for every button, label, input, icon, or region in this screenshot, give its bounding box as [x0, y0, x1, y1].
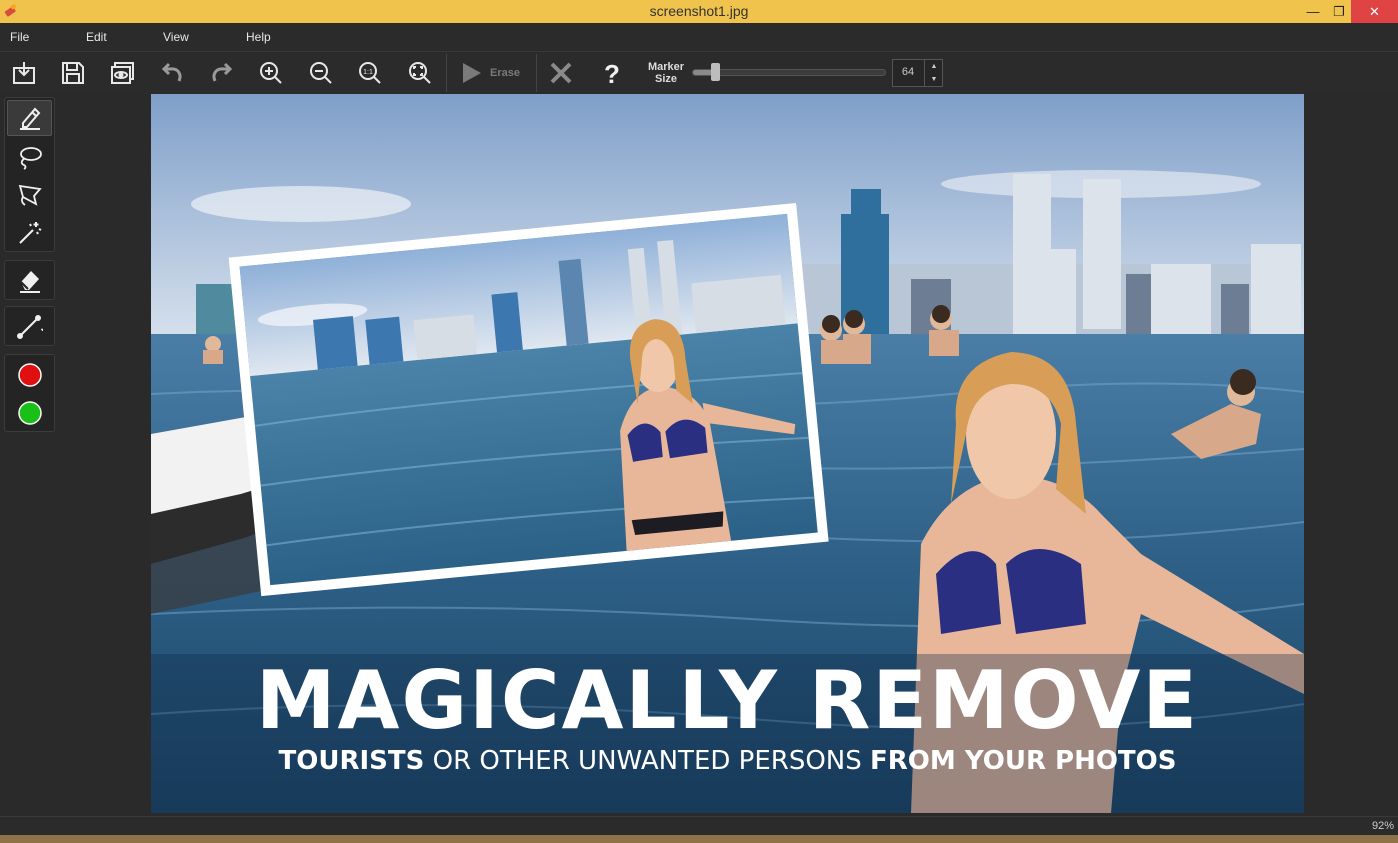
marker-size-slider[interactable]: [692, 63, 886, 81]
menu-view[interactable]: View: [163, 30, 189, 44]
red-color-swatch[interactable]: [7, 357, 52, 393]
red-circle-icon: [17, 363, 42, 387]
marker-icon: [19, 107, 40, 130]
save-icon: [62, 62, 84, 84]
stepper-down-icon[interactable]: ▼: [925, 73, 943, 86]
zoom-in-icon: [260, 62, 282, 84]
svg-text:?: ?: [604, 60, 620, 86]
toolbar-separator: [446, 54, 447, 92]
open-button[interactable]: [7, 57, 41, 89]
polygon-lasso-icon: [18, 184, 42, 206]
marker-size-label: Marker Size: [642, 61, 690, 85]
lasso-icon: [19, 147, 42, 170]
stepper-arrows: ▲ ▼: [924, 60, 942, 86]
preview-button[interactable]: [106, 57, 140, 89]
undo-icon: [161, 62, 182, 82]
line-icon: [16, 315, 43, 339]
open-icon: [13, 62, 35, 84]
redo-icon: [212, 62, 233, 82]
marker-tool[interactable]: [7, 100, 52, 136]
subline-part3: FROM YOUR PHOTOS: [870, 746, 1177, 776]
slider-thumb[interactable]: [711, 63, 720, 81]
zoom-in-button[interactable]: [254, 57, 288, 89]
restore-icon: ❐: [1333, 3, 1345, 19]
erase-button[interactable]: Erase: [458, 58, 530, 88]
svg-text:1:1: 1:1: [363, 69, 373, 76]
close-icon: ✕: [1369, 3, 1380, 19]
canvas-area[interactable]: MAGICALLY REMOVE TOURISTS OR OTHER UNWAN…: [60, 94, 1398, 816]
eraser-tool[interactable]: [7, 262, 52, 298]
menu-edit[interactable]: Edit: [86, 30, 107, 44]
eraser-icon: [19, 271, 40, 293]
menu-bar: File Edit View Help: [0, 23, 1398, 52]
close-button[interactable]: ✕: [1351, 0, 1398, 23]
magic-wand-tool[interactable]: [7, 215, 52, 251]
toolbar-separator: [536, 54, 537, 92]
tool-panel: [0, 94, 60, 816]
cancel-icon: [550, 62, 572, 84]
line-tool[interactable]: [7, 308, 52, 344]
title-bar: screenshot1.jpg — ❐ ✕: [0, 0, 1398, 23]
selection-tools: [4, 97, 55, 252]
zoom-out-button[interactable]: [304, 57, 338, 89]
menu-file[interactable]: File: [10, 30, 29, 44]
help-icon: ?: [604, 60, 620, 86]
stepper-up-icon[interactable]: ▲: [925, 60, 943, 73]
eraser-tools: [4, 260, 55, 300]
save-button[interactable]: [56, 57, 90, 89]
play-icon: [463, 63, 481, 83]
green-circle-icon: [17, 401, 42, 425]
cancel-button[interactable]: [544, 57, 578, 89]
marker-label-line2: Size: [654, 73, 677, 85]
marker-size-value[interactable]: 64: [893, 66, 923, 78]
green-color-swatch[interactable]: [7, 395, 52, 431]
erase-label: Erase: [490, 67, 520, 79]
photo-canvas[interactable]: MAGICALLY REMOVE TOURISTS OR OTHER UNWAN…: [151, 94, 1304, 813]
zoom-1to1-button[interactable]: 1:1: [353, 57, 387, 89]
zoom-fit-icon: [409, 62, 431, 84]
magic-wand-icon: [18, 222, 41, 244]
zoom-1to1-icon: 1:1: [359, 62, 381, 84]
marker-label-line1: Marker: [647, 61, 685, 73]
line-tools: [4, 306, 55, 346]
polygon-lasso-tool[interactable]: [7, 177, 52, 213]
headline-text: MAGICALLY REMOVE: [255, 654, 1200, 747]
subline-part2: OR OTHER UNWANTED PERSONS: [432, 746, 862, 776]
help-button[interactable]: ?: [595, 57, 629, 89]
zoom-fit-button[interactable]: [403, 57, 437, 89]
window-title: screenshot1.jpg: [649, 3, 749, 19]
menu-help[interactable]: Help: [246, 30, 271, 44]
redo-button[interactable]: [205, 57, 239, 89]
preview-icon: [111, 62, 134, 84]
zoom-out-icon: [310, 62, 332, 84]
undo-button[interactable]: [155, 57, 189, 89]
taskbar: [0, 835, 1398, 843]
subline-text: TOURISTS OR OTHER UNWANTED PERSONS FROM …: [151, 746, 1304, 776]
lasso-tool[interactable]: [7, 139, 52, 175]
zoom-level: 92%: [1371, 820, 1394, 832]
toolbar: 1:1 Erase ? Marker Size 64 ▲ ▼: [0, 52, 1398, 94]
status-bar: 92%: [0, 816, 1398, 835]
subline-part1: TOURISTS: [278, 746, 425, 776]
slider-track: [692, 69, 886, 76]
marker-size-stepper[interactable]: 64 ▲ ▼: [892, 59, 943, 87]
color-tools: [4, 354, 55, 432]
